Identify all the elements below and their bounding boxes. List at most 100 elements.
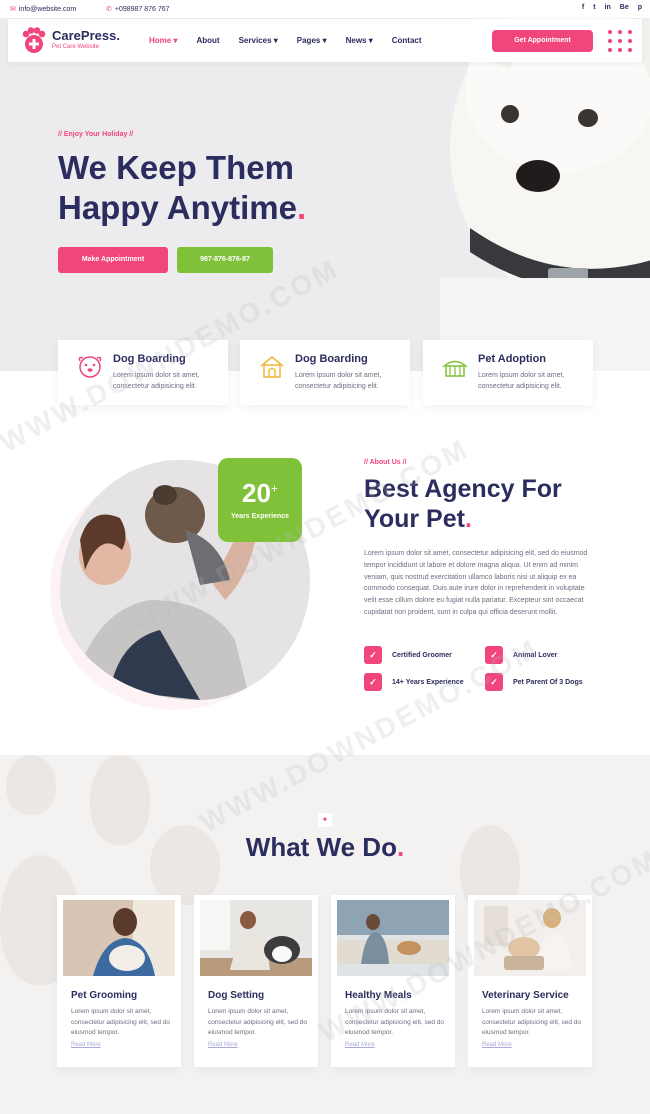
read-more-link[interactable]: Read More (71, 1042, 101, 1048)
service-title: Pet Grooming (71, 990, 138, 1001)
phone-button[interactable]: 987-876-876-87 (177, 247, 273, 273)
hero-title-line2: Happy Anytime (58, 189, 297, 226)
nav-pages-label: Pages (296, 36, 321, 45)
twitter-icon[interactable]: t (593, 4, 595, 11)
logo-tagline: Pet Care Website (52, 44, 99, 50)
read-more-link[interactable]: Read More (345, 1042, 375, 1048)
email-text: info@website.com (18, 6, 77, 13)
check-item: ✓ Animal Lover (485, 646, 557, 664)
nav-services[interactable]: Services ▾ (239, 36, 278, 45)
feature-desc: Lorem ipsum dolor sit amet, consectetur … (478, 372, 565, 390)
services-title-dot: . (396, 832, 405, 862)
feature-title: Pet Adoption (478, 353, 547, 365)
checkmark-icon: ✓ (364, 646, 382, 664)
site-header: CarePress. Pet Care Website Home ▾ About… (8, 19, 642, 62)
check-item: ✓ Certified Groomer (364, 646, 452, 664)
feature-card[interactable]: Pet Adoption Lorem ipsum dolor sit amet,… (423, 340, 593, 405)
get-appointment-button[interactable]: Get Appointment (492, 30, 593, 52)
paw-decoration (6, 755, 56, 815)
pinterest-icon[interactable]: p (638, 4, 642, 11)
service-title: Dog Setting (208, 990, 265, 1001)
nav-news[interactable]: News ▾ (346, 36, 373, 45)
service-card[interactable]: Dog Setting Lorem ipsum dolor sit amet, … (194, 895, 318, 1067)
check-item: ✓ Pet Parent Of 3 Dogs (485, 673, 583, 691)
experience-badge: 20+ Years Experience (218, 458, 302, 542)
paw-logo-icon (22, 27, 46, 53)
badge-number-wrap: 20+ (218, 478, 302, 509)
logo-name[interactable]: CarePress. (52, 28, 120, 43)
kennel-icon (442, 360, 468, 377)
service-title: Veterinary Service (482, 990, 569, 1001)
feature-desc: Lorem ipsum dolor sit amet, consectetur … (113, 372, 200, 390)
read-more-link[interactable]: Read More (482, 1042, 512, 1048)
about-paragraph: Lorem ipsum dolor sit amet, consectetur … (364, 550, 588, 616)
check-label: Certified Groomer (392, 651, 452, 659)
about-title-dot: . (464, 505, 472, 533)
hero-title: We Keep Them Happy Anytime. (58, 148, 418, 228)
read-more-link[interactable]: Read More (208, 1042, 238, 1048)
top-bar: ✉ info@website.com ✆ +098987 876 767 f t i… (0, 0, 650, 18)
dog-house-icon (260, 356, 284, 378)
nav-services-label: Services (238, 36, 272, 45)
services-title-text: What We Do (245, 832, 397, 862)
feature-title: Dog Boarding (113, 353, 186, 365)
service-desc: Lorem ipsum dolor sit amet, consectetur … (208, 1008, 308, 1036)
service-desc: Lorem ipsum dolor sit amet, consectetur … (71, 1008, 171, 1036)
service-card[interactable]: Healthy Meals Lorem ipsum dolor sit amet… (331, 895, 455, 1067)
linkedin-icon[interactable]: in (605, 4, 611, 11)
about-title-line1: Best Agency For (364, 475, 562, 503)
nav-contact[interactable]: Contact (392, 36, 422, 45)
checkmark-icon: ✓ (485, 646, 503, 664)
service-title: Healthy Meals (345, 990, 412, 1001)
services-title: What We Do. (0, 832, 650, 863)
main-nav: Home ▾ About Services ▾ Pages ▾ News ▾ C… (149, 36, 441, 45)
nav-home[interactable]: Home ▾ (149, 36, 177, 45)
facebook-icon[interactable]: f (582, 4, 584, 11)
phone-icon: ✆ (106, 6, 112, 13)
healthy-meals-image (337, 900, 449, 976)
dog-setting-image (200, 900, 312, 976)
mail-icon: ✉ (10, 6, 16, 13)
hero-title-line2-wrap: Happy Anytime. (58, 188, 418, 228)
check-label: Pet Parent Of 3 Dogs (513, 678, 583, 686)
check-label: Animal Lover (513, 651, 558, 659)
service-card[interactable]: Pet Grooming Lorem ipsum dolor sit amet,… (57, 895, 181, 1067)
dog-hero-image (440, 18, 650, 371)
checkmark-icon: ✓ (364, 673, 382, 691)
check-item: ✓ 14+ Years Experience (364, 673, 464, 691)
about-title: Best Agency For Your Pet. (364, 474, 624, 534)
hero-eyebrow: // Enjoy Your Holiday // (58, 131, 134, 138)
make-appointment-button[interactable]: Make Appointment (58, 247, 168, 273)
checkmark-icon: ✓ (485, 673, 503, 691)
check-label: 14+ Years Experience (392, 678, 464, 686)
nav-news-label: News (345, 36, 367, 45)
service-desc: Lorem ipsum dolor sit amet, consectetur … (482, 1008, 582, 1036)
feature-desc: Lorem ipsum dolor sit amet, consectetur … (295, 372, 382, 390)
feature-card[interactable]: Dog Boarding Lorem ipsum dolor sit amet,… (58, 340, 228, 405)
nav-home-label: Home (149, 36, 172, 45)
phone-contact[interactable]: ✆ +098987 876 767 (106, 5, 170, 13)
phone-text: +098987 876 767 (114, 6, 170, 13)
nav-pages[interactable]: Pages ▾ (297, 36, 327, 45)
paw-small-icon: ✦ (318, 813, 332, 827)
social-links: f t in Be p (582, 4, 642, 11)
nav-about[interactable]: About (196, 36, 219, 45)
badge-plus: + (270, 481, 278, 496)
badge-label: Years Experience (231, 513, 289, 520)
service-desc: Lorem ipsum dolor sit amet, consectetur … (345, 1008, 445, 1036)
hero-title-dot: . (297, 189, 307, 226)
about-eyebrow: // About Us // (364, 459, 407, 466)
hero-title-line1: We Keep Them (58, 149, 294, 186)
feature-title: Dog Boarding (295, 353, 368, 365)
behance-icon[interactable]: Be (620, 4, 629, 11)
badge-number: 20 (242, 478, 271, 508)
feature-card[interactable]: Dog Boarding Lorem ipsum dolor sit amet,… (240, 340, 410, 405)
pet-grooming-image (63, 900, 175, 976)
about-title-line2-wrap: Your Pet. (364, 504, 624, 534)
menu-dots-icon[interactable] (606, 28, 634, 54)
email-contact[interactable]: ✉ info@website.com (10, 5, 76, 13)
veterinary-service-image (474, 900, 586, 976)
about-title-line2: Your Pet (364, 505, 465, 533)
dog-face-icon (78, 356, 102, 378)
service-card[interactable]: Veterinary Service Lorem ipsum dolor sit… (468, 895, 592, 1067)
